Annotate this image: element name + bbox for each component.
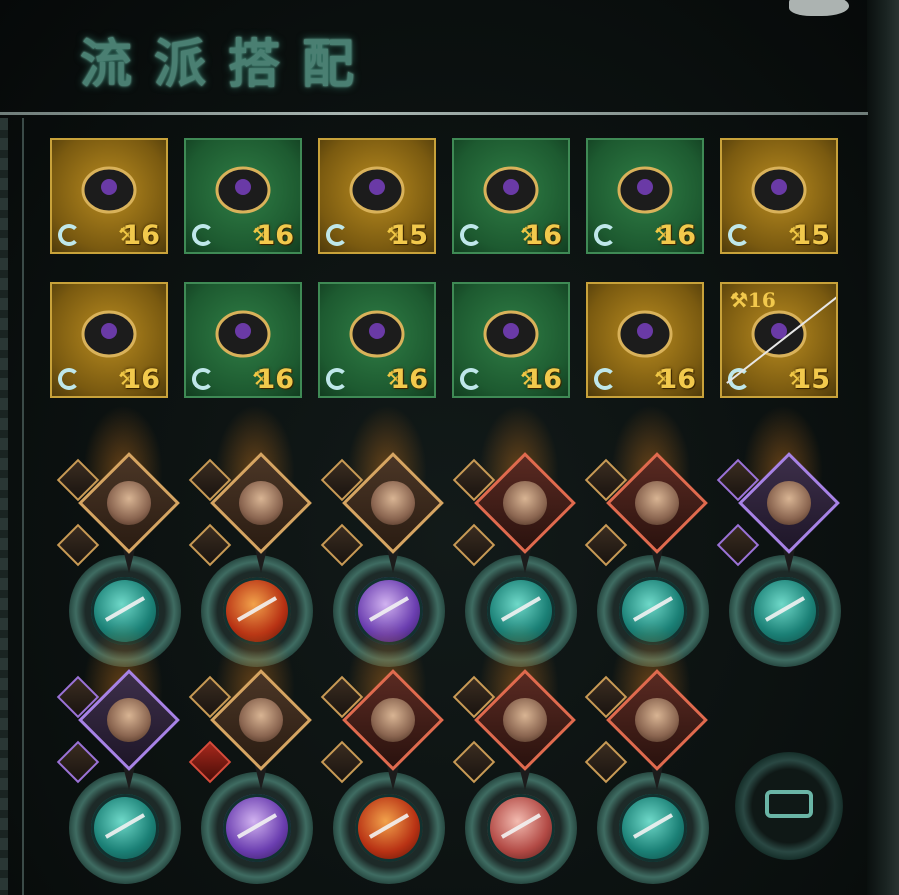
refresh-icon[interactable] [58, 368, 80, 390]
enhance-level: 16 [122, 364, 160, 395]
left-border [0, 118, 8, 895]
row2-character-5[interactable] [583, 622, 715, 884]
character-face-icon [107, 698, 151, 742]
refresh-icon[interactable] [192, 224, 214, 246]
row2-character-4[interactable] [451, 622, 583, 884]
enhance-level: 16 [256, 220, 294, 251]
equipment-slot-bracer[interactable]: ⚒ 16 [318, 282, 436, 398]
character-face-icon [371, 698, 415, 742]
enhance-level: 16 [658, 364, 696, 395]
equipment-grid: ⚒ 16 ⚒ 16 ⚒ 15 ⚒ 16 ⚒ 16 ⚒ 15 ⚒ 16 ⚒ 16 ⚒ 16 ⚒ 16 ⚒ 16 ⚒ 15 ⚒16 [50, 138, 838, 398]
row2-character-3[interactable] [319, 622, 451, 884]
boots-icon [610, 155, 680, 229]
cloak-icon [208, 299, 278, 373]
right-edge [867, 0, 899, 895]
refresh-icon[interactable] [594, 224, 616, 246]
equipment-slot-boots[interactable]: ⚒ 16 [586, 138, 704, 254]
character-row-2 [55, 622, 847, 884]
sub-portrait-bottom[interactable] [188, 740, 232, 784]
equipment-slot-belt[interactable]: ⚒ 16 [452, 138, 570, 254]
enhance-level: 16 [256, 364, 294, 395]
skill-orb-icon[interactable] [91, 794, 159, 862]
character-face-icon [503, 698, 547, 742]
row1-character-1[interactable] [55, 405, 187, 667]
equipment-slot-gloves[interactable]: ⚒ 16 [184, 138, 302, 254]
character-face-icon [239, 481, 283, 525]
character-face-icon [635, 698, 679, 742]
skill-orb-icon[interactable] [355, 794, 423, 862]
refresh-icon[interactable] [326, 224, 348, 246]
amulet-icon [744, 155, 814, 229]
equipment-slot-pauldron[interactable]: ⚒ 16 [586, 282, 704, 398]
sub-portrait-bottom[interactable] [584, 740, 628, 784]
row1-character-6[interactable] [715, 405, 847, 667]
emblem-icon [74, 299, 144, 373]
pauldron-icon [610, 299, 680, 373]
left-divider [22, 118, 24, 895]
character-face-icon [371, 481, 415, 525]
sub-portrait-bottom[interactable] [320, 740, 364, 784]
character-row-1 [55, 405, 847, 667]
sub-portrait-bottom[interactable] [584, 523, 628, 567]
enhance-level: 15 [792, 364, 830, 395]
character-face-icon [767, 481, 811, 525]
add-slot-icon [765, 790, 813, 818]
row1-character-4[interactable] [451, 405, 583, 667]
sub-portrait-bottom[interactable] [452, 523, 496, 567]
enhance-level: 16 [122, 220, 160, 251]
row1-character-3[interactable] [319, 405, 451, 667]
equipment-slot-rings[interactable]: ⚒ 15 ⚒16 [720, 282, 838, 398]
chest-armor-icon [342, 155, 412, 229]
sword-icon [74, 155, 144, 229]
skill-orb-icon[interactable] [487, 794, 555, 862]
refresh-icon[interactable] [58, 224, 80, 246]
sub-portrait-bottom[interactable] [188, 523, 232, 567]
refresh-icon[interactable] [728, 224, 750, 246]
sash-icon [476, 299, 546, 373]
enhance-level: 16 [524, 364, 562, 395]
row2-character-1[interactable] [55, 622, 187, 884]
equipment-slot-sash[interactable]: ⚒ 16 [452, 282, 570, 398]
row1-character-5[interactable] [583, 405, 715, 667]
character-face-icon [635, 481, 679, 525]
refresh-icon[interactable] [192, 368, 214, 390]
sub-portrait-bottom[interactable] [56, 740, 100, 784]
character-face-icon [503, 481, 547, 525]
enhance-level-top: ⚒16 [730, 288, 776, 312]
refresh-icon[interactable] [460, 368, 482, 390]
refresh-icon[interactable] [326, 368, 348, 390]
skill-orb-icon[interactable] [223, 794, 291, 862]
row2-character-2[interactable] [187, 622, 319, 884]
sub-portrait-bottom[interactable] [56, 523, 100, 567]
enhance-level: 16 [658, 220, 696, 251]
enhance-level: 16 [390, 364, 428, 395]
row1-character-2[interactable] [187, 405, 319, 667]
sub-portrait-bottom[interactable] [452, 740, 496, 784]
page-title: 流派搭配 [80, 34, 377, 95]
belt-icon [476, 155, 546, 229]
gauntlet-icon [208, 155, 278, 229]
title-divider [0, 112, 868, 115]
enhance-level: 15 [390, 220, 428, 251]
character-face-icon [239, 698, 283, 742]
enhance-level: 15 [792, 220, 830, 251]
sub-portrait-bottom[interactable] [320, 523, 364, 567]
refresh-icon[interactable] [460, 224, 482, 246]
enhance-level: 16 [524, 220, 562, 251]
equipment-slot-necklace[interactable]: ⚒ 15 [720, 138, 838, 254]
equipment-slot-emblem[interactable]: ⚒ 16 [50, 282, 168, 398]
equipment-slot-armor[interactable]: ⚒ 15 [318, 138, 436, 254]
bracer-icon [342, 299, 412, 373]
character-face-icon [107, 481, 151, 525]
sub-portrait-bottom[interactable] [716, 523, 760, 567]
refresh-icon[interactable] [594, 368, 616, 390]
equipment-slot-cloak[interactable]: ⚒ 16 [184, 282, 302, 398]
skill-orb-icon[interactable] [619, 794, 687, 862]
equipment-slot-weapon[interactable]: ⚒ 16 [50, 138, 168, 254]
